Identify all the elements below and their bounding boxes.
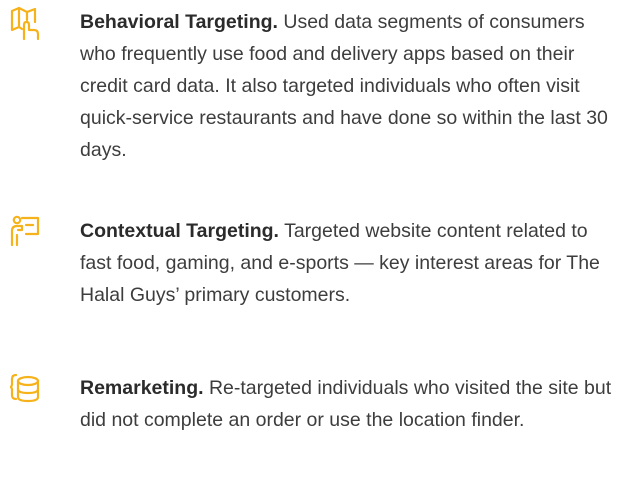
item-text: Behavioral Targeting. Used data segments… xyxy=(80,6,623,166)
item-title: Behavioral Targeting. xyxy=(80,11,278,33)
presenter-icon xyxy=(10,215,40,249)
item-title: Contextual Targeting. xyxy=(80,220,279,242)
item-title: Remarketing. xyxy=(80,377,204,399)
item-text: Remarketing. Re-targeted individuals who… xyxy=(80,372,623,436)
item-text: Contextual Targeting. Targeted website c… xyxy=(80,215,623,311)
item-body: Used data segments of consumers who freq… xyxy=(80,11,608,161)
map-icon xyxy=(10,6,40,40)
database-icon xyxy=(10,372,40,406)
